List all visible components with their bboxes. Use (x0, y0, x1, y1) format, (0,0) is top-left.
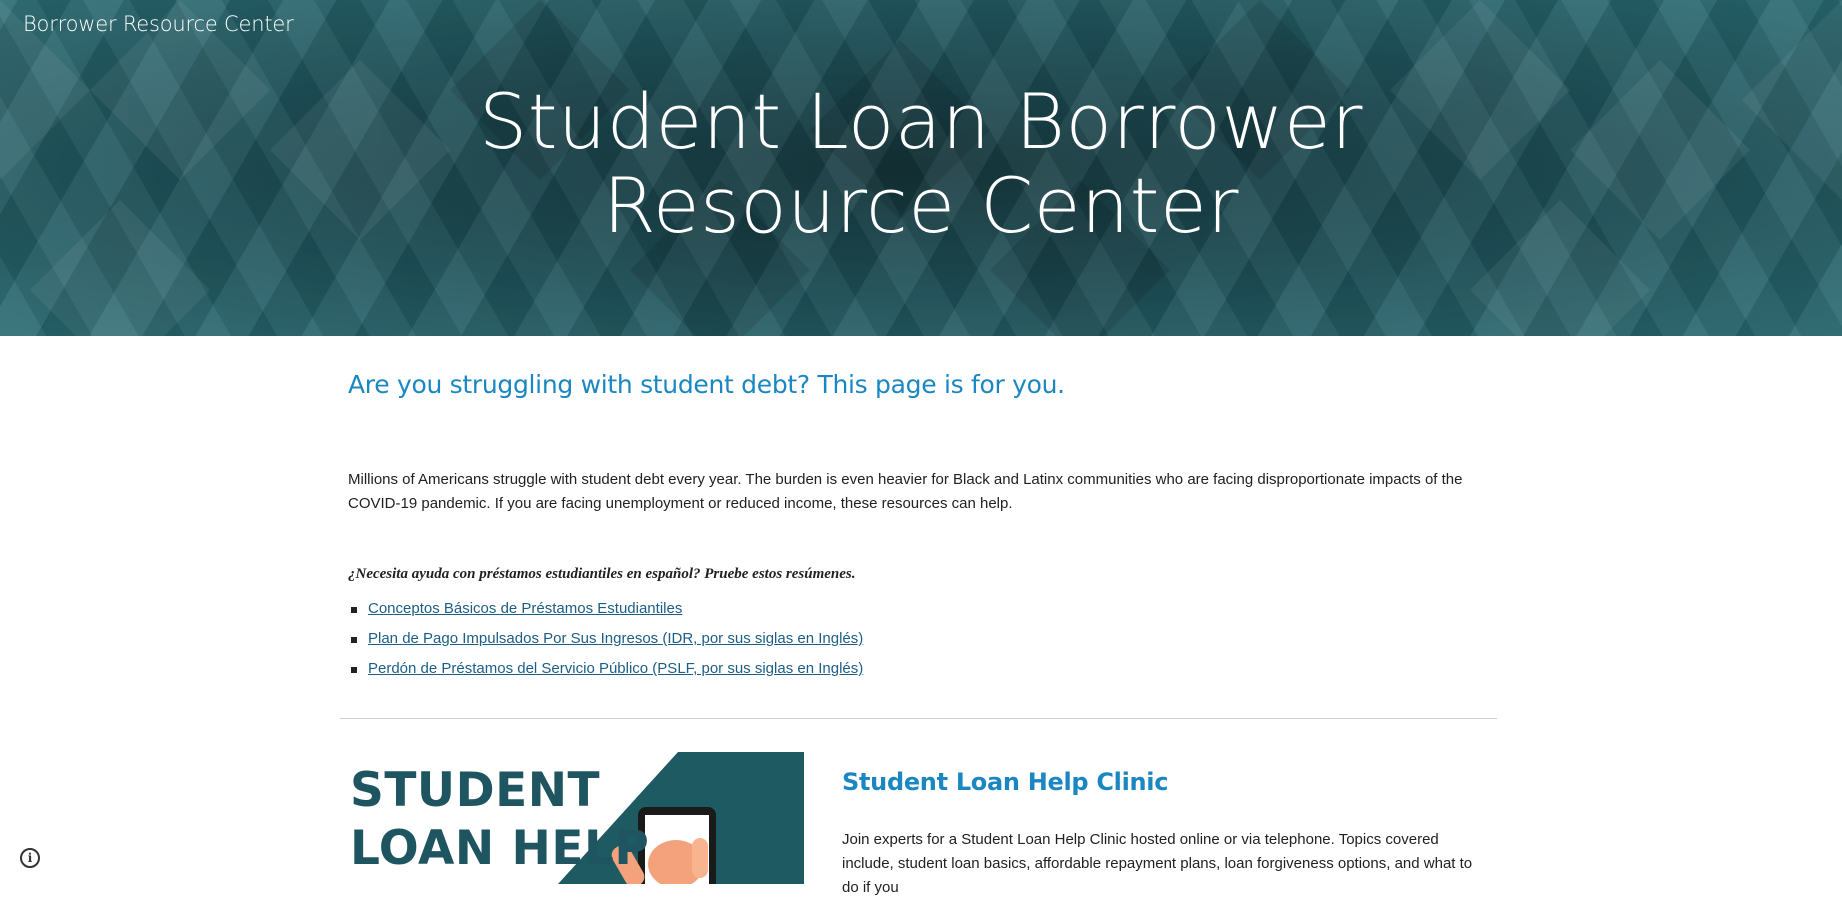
student-loan-help-image: STUDENT LOAN HELP (348, 752, 804, 884)
link-perdon-pslf[interactable]: Perdón de Préstamos del Servicio Público… (368, 660, 863, 677)
link-conceptos-basicos[interactable]: Conceptos Básicos de Préstamos Estudiant… (368, 600, 682, 617)
hero-title-line-2: Resource Center (603, 161, 1239, 250)
clinic-heading: Student Loan Help Clinic (842, 768, 1169, 796)
lead-heading: Are you struggling with student debt? Th… (348, 370, 1065, 399)
hero-title: Student Loan Borrower Resource Center (0, 80, 1842, 248)
bullet-icon (351, 667, 357, 673)
clinic-description: Join experts for a Student Loan Help Cli… (842, 831, 1473, 896)
intro-paragraph: Millions of Americans struggle with stud… (348, 471, 1463, 512)
list-item: Plan de Pago Impulsados Por Sus Ingresos… (348, 624, 863, 654)
section-divider (340, 718, 1497, 719)
hero-title-line-1: Student Loan Borrower (479, 77, 1363, 166)
spanish-resources-list: Conceptos Básicos de Préstamos Estudiant… (348, 594, 863, 684)
list-item: Conceptos Básicos de Préstamos Estudiant… (348, 594, 863, 624)
info-icon[interactable]: i (20, 848, 40, 868)
promo-image-text: STUDENT LOAN HELP (350, 762, 649, 878)
hero-banner: Borrower Resource Center Student Loan Bo… (0, 0, 1842, 336)
bullet-icon (351, 607, 357, 613)
bullet-icon (351, 637, 357, 643)
promo-line-2: LOAN HELP (350, 821, 650, 876)
site-title-link[interactable]: Borrower Resource Center (23, 12, 294, 36)
promo-line-1: STUDENT (350, 763, 601, 818)
link-plan-de-pago-idr[interactable]: Plan de Pago Impulsados Por Sus Ingresos… (368, 630, 863, 647)
list-item: Perdón de Préstamos del Servicio Público… (348, 654, 863, 684)
spanish-help-prompt: ¿Necesita ayuda con préstamos estudianti… (348, 566, 856, 582)
